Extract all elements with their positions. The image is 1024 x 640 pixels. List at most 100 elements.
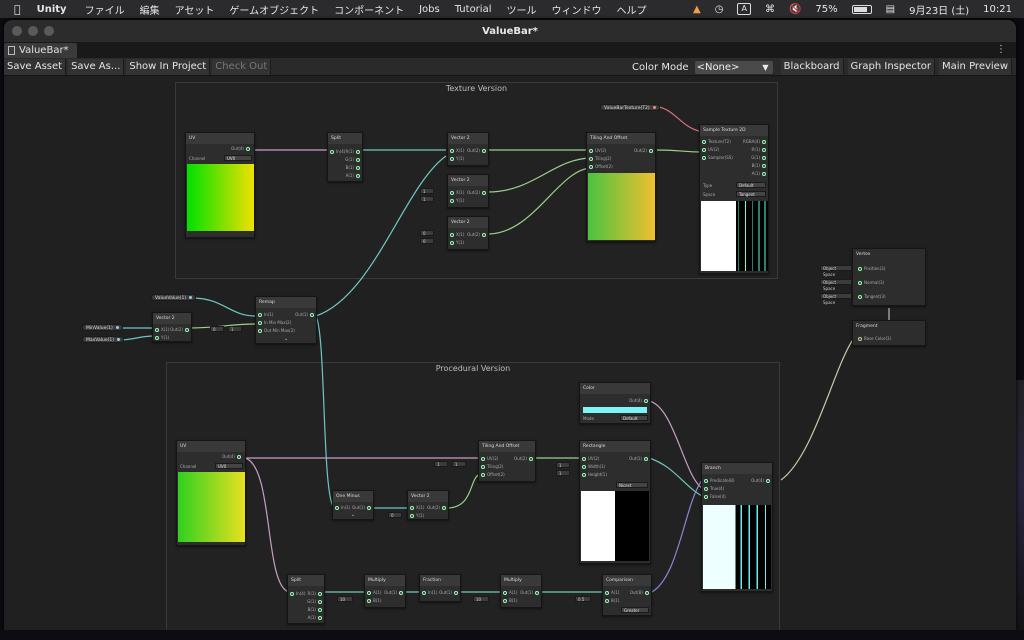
channel-dropdown[interactable]: UV0 — [224, 155, 252, 161]
port-a[interactable]: A(1) — [346, 173, 362, 179]
output-port-icon[interactable] — [652, 106, 656, 109]
node-sample-texture-2d[interactable]: Sample Texture 2D Texture(T2) UV(2) Samp… — [699, 124, 769, 274]
tiling-y-field[interactable]: 1 — [452, 461, 466, 467]
group-title[interactable]: Texture Version — [176, 84, 777, 93]
port-g[interactable]: G(1) — [751, 155, 768, 161]
port-g[interactable]: G(1) — [307, 599, 324, 605]
b-field[interactable]: 0.5 — [575, 596, 591, 602]
port-in-min-max[interactable]: In Min Max(2) — [256, 320, 291, 326]
app-menu-unity[interactable]: Unity — [37, 4, 67, 15]
window-titlebar[interactable]: ValueBar* — [4, 20, 1016, 42]
y-field[interactable]: 1 — [420, 196, 434, 202]
port-base-color[interactable]: Base Color(3) — [856, 336, 891, 342]
port-true[interactable]: True(4) — [702, 486, 724, 492]
port-out-min-max[interactable]: Out Min Max(2) — [256, 328, 295, 334]
node-vector2[interactable]: Vector 2 X(1) Y(1) Out(2) — [447, 174, 489, 208]
channel-dropdown[interactable]: UV0 — [215, 463, 243, 469]
out-max-field[interactable]: 1 — [228, 326, 242, 332]
battery-icon[interactable] — [851, 4, 872, 14]
menu-file[interactable]: ファイル — [85, 2, 125, 17]
port-offset[interactable]: Offset(2) — [479, 472, 505, 478]
port-out[interactable]: Out(2) — [514, 456, 535, 462]
port-y[interactable]: Y(1) — [448, 240, 464, 246]
menu-tutorial[interactable]: Tutorial — [455, 4, 492, 15]
menu-gameobject[interactable]: ゲームオブジェクト — [229, 2, 319, 17]
port-out[interactable]: Out(2) — [170, 327, 191, 333]
output-port-icon[interactable] — [117, 338, 121, 341]
port-in[interactable]: In(1) — [420, 590, 437, 596]
color-swatch[interactable] — [583, 407, 647, 413]
port-uv[interactable]: UV(2) — [587, 148, 606, 154]
type-dropdown[interactable]: Default — [736, 182, 766, 188]
wifi-icon[interactable]: ⌘ — [765, 4, 775, 15]
port-out[interactable]: Out(1) — [629, 456, 650, 462]
port-y[interactable]: Y(1) — [448, 156, 464, 162]
space-dropdown[interactable]: Tangent — [736, 191, 766, 197]
port-out[interactable]: Out(1) — [439, 590, 460, 596]
node-vertex-block[interactable]: Vertex Position(3) Normal(3) Tangent(3) — [852, 248, 926, 306]
x-field[interactable]: 1 — [420, 188, 434, 194]
port-out[interactable]: Out(2) — [467, 232, 488, 238]
port-uv[interactable]: UV(2) — [580, 456, 599, 462]
port-b[interactable]: B(1) — [308, 607, 324, 613]
port-b[interactable]: B(1) — [365, 598, 381, 604]
port-out[interactable]: Out(4) — [629, 398, 650, 404]
port-predicate[interactable]: Predicate(B) — [702, 478, 735, 484]
node-remap[interactable]: Remap In(1) In Min Max(2) Out Min Max(2)… — [255, 296, 317, 344]
port-rgba[interactable]: RGBA(4) — [743, 139, 768, 145]
node-one-minus[interactable]: One Minus In(1) Out(1) ⌄ — [332, 490, 374, 520]
property-value[interactable]: ValueValue(1) — [151, 294, 197, 301]
port-in[interactable]: In(4) — [328, 149, 345, 155]
menu-help[interactable]: ヘルプ — [616, 2, 646, 17]
node-multiply[interactable]: Multiply A(1) B(1) Out(1) — [500, 574, 542, 608]
port-r[interactable]: R(1) — [346, 149, 362, 155]
port-tangent[interactable]: Tangent(3) — [856, 294, 886, 300]
port-out[interactable]: Out(1) — [520, 590, 541, 596]
node-multiply[interactable]: Multiply A(1) B(1) Out(1) — [364, 574, 406, 608]
group-procedural-version[interactable]: Procedural Version — [166, 362, 780, 636]
node-split[interactable]: Split In(4) R(1) G(1) B(1) A(1) — [327, 132, 363, 182]
menu-window[interactable]: ウィンドウ — [551, 2, 601, 17]
port-sampler[interactable]: Sampler(SS) — [700, 155, 733, 161]
port-b[interactable]: B(1) — [752, 163, 768, 169]
node-color[interactable]: Color Out(4) Mode Default — [579, 382, 651, 424]
output-port-icon[interactable] — [115, 326, 119, 329]
port-a[interactable]: A(1) — [603, 590, 619, 596]
mode-dropdown[interactable]: Default — [620, 415, 648, 421]
property-minvalue[interactable]: MinValue(1) — [82, 324, 123, 331]
port-x[interactable]: X(1) — [448, 148, 464, 154]
port-tiling[interactable]: Tiling(2) — [479, 464, 503, 470]
main-preview-button[interactable]: Main Preview — [939, 59, 1012, 75]
port-offset[interactable]: Offset(2) — [587, 164, 613, 170]
x-field[interactable]: 0 — [420, 230, 434, 236]
node-tiling-and-offset[interactable]: Tiling And Offset UV(2) Tiling(2) Offset… — [586, 132, 656, 242]
port-out[interactable]: Out(1) — [295, 312, 316, 318]
mode-dropdown[interactable]: Nicest — [616, 482, 648, 488]
graph-canvas[interactable]: Texture Version Procedural Version Value… — [4, 76, 1016, 636]
node-vector2[interactable]: Vector 2 X(1) Y(1) Out(2) — [447, 132, 489, 166]
port-b[interactable]: B(1) — [346, 165, 362, 171]
node-tiling-and-offset[interactable]: Tiling And Offset UV(2) Tiling(2) Offset… — [478, 440, 536, 482]
port-uv[interactable]: UV(2) — [700, 147, 719, 153]
apple-icon[interactable]:  — [14, 3, 21, 16]
port-a[interactable]: A(1) — [308, 615, 324, 621]
port-in[interactable]: In(1) — [256, 312, 273, 318]
input-source-indicator[interactable]: A — [737, 3, 751, 15]
close-window-button[interactable] — [12, 26, 22, 36]
port-in[interactable]: In(4) — [288, 591, 305, 597]
group-title[interactable]: Procedural Version — [167, 364, 779, 373]
port-height[interactable]: Height(1) — [580, 472, 607, 478]
port-y[interactable]: Y(1) — [153, 335, 169, 341]
menu-jobs[interactable]: Jobs — [419, 4, 440, 15]
property-maxvalue[interactable]: MaxValue(1) — [82, 336, 125, 343]
maximize-window-button[interactable] — [44, 26, 54, 36]
time-machine-icon[interactable]: ◷ — [715, 4, 724, 15]
port-tiling[interactable]: Tiling(2) — [587, 156, 611, 162]
port-b[interactable]: B(1) — [603, 598, 619, 604]
menubar-time[interactable]: 10:21 — [983, 4, 1012, 15]
blackboard-button[interactable]: Blackboard — [780, 59, 844, 75]
port-x[interactable]: X(1) — [448, 190, 464, 196]
port-out[interactable]: Out(4) — [751, 478, 772, 484]
port-r[interactable]: R(1) — [308, 591, 324, 597]
menu-component[interactable]: コンポーネント — [334, 2, 404, 17]
